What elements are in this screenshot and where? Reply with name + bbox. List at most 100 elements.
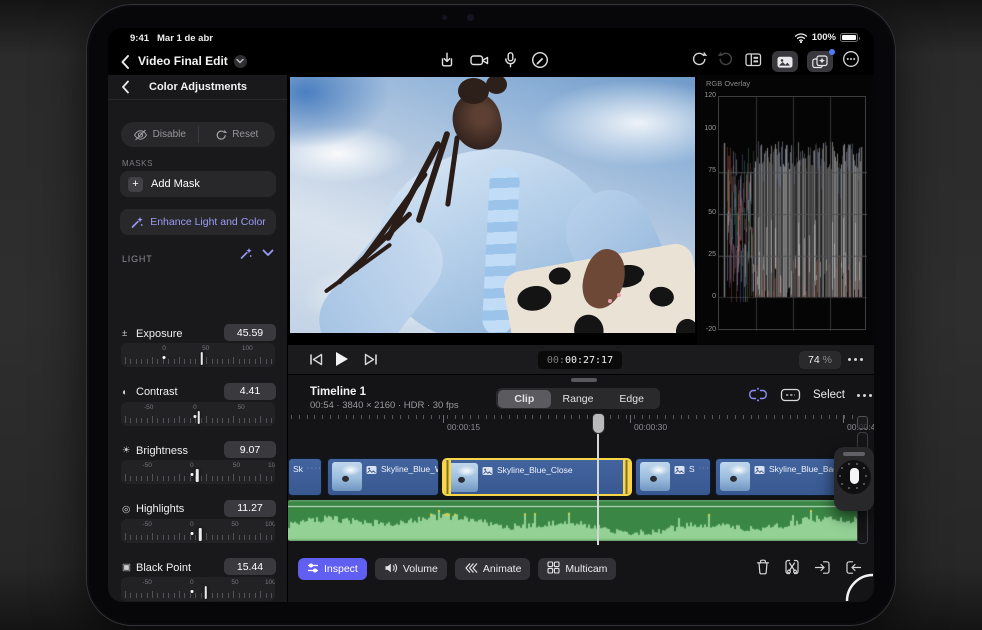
animate-button[interactable]: Animate: [454, 558, 531, 580]
value-marker[interactable]: [199, 527, 202, 541]
axis-label: -20: [705, 326, 716, 333]
clip-skyline_blue_close[interactable]: Skyline_Blue_Close: [442, 458, 632, 496]
ruler-tick: [735, 415, 737, 419]
value-marker[interactable]: [204, 586, 207, 599]
insert-icon[interactable]: [814, 560, 831, 580]
clock: 9:41: [130, 33, 150, 44]
brightness-icon: ☀: [122, 445, 131, 456]
tick: [173, 476, 175, 481]
add-mask-button[interactable]: + Add Mask: [120, 171, 276, 197]
video-frame: [290, 77, 695, 333]
value-marker[interactable]: [197, 410, 201, 424]
slider-value[interactable]: 9.07: [224, 441, 276, 458]
skip-back-icon[interactable]: [308, 352, 324, 372]
jog-drag-handle[interactable]: [843, 452, 865, 456]
clip-label-dots: ······: [306, 465, 322, 472]
tick: [151, 474, 153, 481]
tick: [151, 591, 153, 598]
tick: [130, 534, 132, 540]
slider-value[interactable]: 4.41: [224, 382, 276, 400]
play-icon[interactable]: [333, 350, 350, 373]
tick: [130, 359, 132, 364]
jog-dial[interactable]: [837, 460, 871, 494]
panel-drag-handle[interactable]: [571, 378, 597, 382]
value-marker[interactable]: [200, 352, 204, 365]
import-icon[interactable]: [438, 51, 456, 74]
clip-skyline_blue_wide[interactable]: Skyline_Blue_Wide: [327, 458, 439, 496]
app-toolbar: Video Final Edit: [108, 48, 874, 75]
slider-track[interactable]: -50 0 50: [121, 401, 275, 426]
select-button[interactable]: Select: [813, 389, 845, 401]
viewer-more-icon[interactable]: [848, 358, 863, 361]
chevron-down-icon[interactable]: [262, 249, 274, 258]
pencil-icon[interactable]: [531, 51, 549, 74]
value-marker[interactable]: [195, 469, 199, 482]
skip-forward-icon[interactable]: [363, 352, 379, 372]
jog-wheel-panel[interactable]: [834, 447, 874, 511]
split-icon[interactable]: [784, 559, 800, 580]
magnetic-timeline-icon[interactable]: [748, 387, 768, 403]
tick: [244, 593, 246, 598]
mode-edge[interactable]: Edge: [605, 390, 659, 408]
disable-button[interactable]: Disable: [121, 122, 198, 147]
tick: [179, 532, 181, 540]
eye-slash-icon: [133, 129, 147, 140]
slider-value[interactable]: 15.44: [224, 558, 276, 575]
back-button[interactable]: [120, 54, 132, 70]
effects-icon[interactable]: [807, 49, 835, 72]
magic-wand-icon[interactable]: [239, 247, 252, 260]
ruler-tick: [610, 415, 612, 419]
ruler-tick: [415, 415, 417, 419]
media-icon[interactable]: [772, 51, 798, 72]
more-icon[interactable]: [842, 50, 860, 73]
ruler-tick: [361, 415, 363, 419]
inspect-button[interactable]: Inspect: [298, 558, 367, 580]
browser-icon[interactable]: [744, 51, 763, 73]
delete-icon[interactable]: [756, 559, 770, 580]
ruler-tick: [291, 415, 292, 419]
ruler-tick: [657, 415, 659, 419]
volume-button[interactable]: Volume: [374, 558, 447, 580]
reset-button[interactable]: Reset: [199, 122, 276, 147]
clip-s[interactable]: S······: [635, 458, 711, 496]
ruler-tick: [516, 415, 518, 419]
timeline-more-icon[interactable]: [856, 393, 872, 397]
photo-icon: [366, 466, 377, 474]
scroll-track-top[interactable]: [857, 416, 868, 429]
tick: [233, 532, 235, 540]
playhead-handle[interactable]: [591, 413, 605, 434]
multicam-button[interactable]: Multicam: [538, 558, 617, 580]
audio-track[interactable]: [288, 500, 858, 541]
redo-icon[interactable]: [717, 50, 735, 73]
enhance-light-color-button[interactable]: Enhance Light and Color: [120, 209, 276, 235]
slider-track[interactable]: -50 0 50 100: [121, 577, 275, 601]
slider-track[interactable]: -50 0 50 100: [121, 518, 275, 543]
tick: [189, 417, 191, 423]
mode-clip[interactable]: Clip: [497, 389, 552, 408]
volume-icon: [384, 562, 398, 577]
tick-label: 0: [193, 403, 197, 411]
tick: [265, 417, 267, 423]
slider-label: Black Point: [136, 561, 192, 574]
zoom-level-button[interactable]: 74 %: [799, 351, 841, 369]
ruler-tick: [703, 415, 705, 419]
tick: [222, 534, 224, 540]
chevron-down-icon[interactable]: [233, 54, 247, 68]
project-title[interactable]: Video Final Edit: [138, 54, 247, 68]
camera-icon[interactable]: [469, 51, 490, 74]
mode-range[interactable]: Range: [551, 390, 605, 408]
timecode-display[interactable]: 00: 00:27:17: [538, 351, 622, 369]
tick: [141, 417, 143, 423]
frame-select-icon[interactable]: [780, 387, 801, 403]
slider-value[interactable]: 11.27: [224, 499, 276, 517]
slider-track[interactable]: 0 50 100: [121, 343, 275, 367]
microphone-icon[interactable]: [503, 51, 518, 74]
axis-label: 50: [708, 209, 716, 216]
clip-thumbnail: [720, 462, 750, 491]
viewer[interactable]: [288, 75, 697, 345]
disable-reset-control: Disable Reset: [121, 122, 275, 147]
undo-icon[interactable]: [690, 50, 708, 73]
slider-value[interactable]: 45.59: [224, 324, 276, 341]
slider-track[interactable]: -50 0 50 100: [121, 460, 275, 484]
clip-sk[interactable]: Sk······: [288, 458, 322, 496]
